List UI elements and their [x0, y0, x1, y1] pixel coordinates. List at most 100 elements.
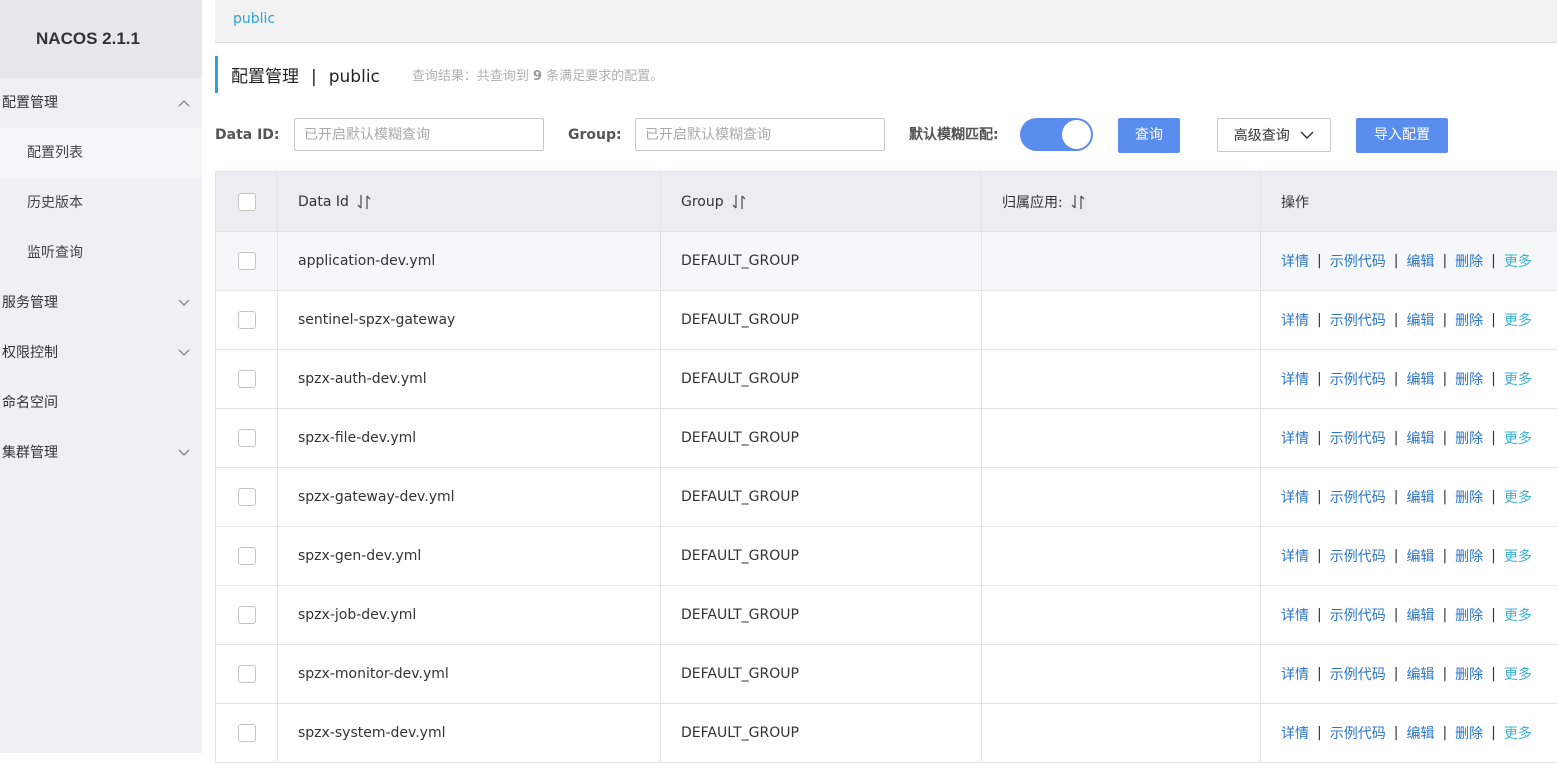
action-sample-code-link[interactable]: 示例代码: [1330, 428, 1386, 448]
row-select-cell: [216, 350, 278, 408]
data-id-value: application-dev.yml: [298, 253, 436, 269]
action-detail-link[interactable]: 详情: [1281, 251, 1309, 271]
row-checkbox[interactable]: [237, 724, 256, 742]
column-header-data-id[interactable]: Data Id: [278, 172, 661, 231]
action-more-link[interactable]: 更多: [1504, 428, 1532, 448]
sidebar-item-cluster-management[interactable]: 集群管理: [0, 428, 202, 478]
table-row: spzx-system-dev.yml DEFAULT_GROUP 详情 | 示例代…: [216, 704, 1557, 763]
group-value: DEFAULT_GROUP: [681, 253, 799, 269]
data-id-input[interactable]: [294, 118, 544, 151]
action-more-link[interactable]: 更多: [1504, 723, 1532, 743]
sort-icon[interactable]: [732, 194, 746, 210]
namespace-tab-public[interactable]: public: [233, 11, 275, 27]
group-value: DEFAULT_GROUP: [681, 371, 799, 387]
advanced-query-button[interactable]: 高级查询: [1217, 118, 1331, 152]
action-sample-code-link[interactable]: 示例代码: [1330, 605, 1386, 625]
action-edit-link[interactable]: 编辑: [1406, 487, 1434, 507]
data-id-value: spzx-file-dev.yml: [298, 430, 417, 446]
select-all-checkbox[interactable]: [237, 192, 256, 211]
column-header-group[interactable]: Group: [661, 172, 982, 231]
action-detail-link[interactable]: 详情: [1281, 723, 1309, 743]
action-sample-code-link[interactable]: 示例代码: [1330, 310, 1386, 330]
result-count: 9: [533, 69, 543, 84]
sidebar-item-listener-query[interactable]: 监听查询: [0, 228, 202, 278]
group-input[interactable]: [635, 118, 885, 151]
action-edit-link[interactable]: 编辑: [1406, 369, 1434, 389]
action-separator: |: [1317, 253, 1322, 269]
action-detail-link[interactable]: 详情: [1281, 487, 1309, 507]
action-sample-code-link[interactable]: 示例代码: [1330, 369, 1386, 389]
sidebar-item-config-management[interactable]: 配置管理: [0, 78, 202, 128]
action-detail-link[interactable]: 详情: [1281, 310, 1309, 330]
action-edit-link[interactable]: 编辑: [1406, 310, 1434, 330]
row-checkbox[interactable]: [237, 665, 256, 683]
action-separator: |: [1317, 725, 1322, 741]
sort-icon[interactable]: [357, 194, 371, 210]
chevron-down-icon: [178, 428, 190, 478]
query-button[interactable]: 查询: [1118, 118, 1180, 153]
action-delete-link[interactable]: 删除: [1455, 310, 1483, 330]
action-detail-link[interactable]: 详情: [1281, 664, 1309, 684]
action-edit-link[interactable]: 编辑: [1406, 428, 1434, 448]
action-more-link[interactable]: 更多: [1504, 546, 1532, 566]
action-more-link[interactable]: 更多: [1504, 664, 1532, 684]
row-checkbox[interactable]: [237, 547, 256, 565]
row-checkbox[interactable]: [237, 606, 256, 624]
action-more-link[interactable]: 更多: [1504, 487, 1532, 507]
action-sample-code-link[interactable]: 示例代码: [1330, 251, 1386, 271]
sidebar-item-label: 命名空间: [2, 395, 58, 411]
action-sample-code-link[interactable]: 示例代码: [1330, 546, 1386, 566]
row-select-cell: [216, 527, 278, 585]
action-detail-link[interactable]: 详情: [1281, 605, 1309, 625]
action-more-link[interactable]: 更多: [1504, 605, 1532, 625]
action-delete-link[interactable]: 删除: [1455, 723, 1483, 743]
action-sample-code-link[interactable]: 示例代码: [1330, 723, 1386, 743]
chevron-down-icon: [178, 328, 190, 378]
action-edit-link[interactable]: 编辑: [1406, 723, 1434, 743]
row-select-cell: [216, 704, 278, 762]
namespace-bar: public: [215, 0, 1557, 43]
sidebar-item-service-management[interactable]: 服务管理: [0, 278, 202, 328]
column-header-app[interactable]: 归属应用:: [982, 172, 1261, 231]
sidebar-item-access-control[interactable]: 权限控制: [0, 328, 202, 378]
row-select-cell: [216, 232, 278, 290]
table-row: application-dev.yml DEFAULT_GROUP 详情 | 示例代…: [216, 232, 1557, 291]
data-id-cell: spzx-system-dev.yml: [278, 704, 661, 762]
action-delete-link[interactable]: 删除: [1455, 605, 1483, 625]
sidebar: NACOS 2.1.1 配置管理 配置列表 历史版本 监听查询 服务管理 权限控…: [0, 0, 202, 753]
action-detail-link[interactable]: 详情: [1281, 369, 1309, 389]
action-edit-link[interactable]: 编辑: [1406, 251, 1434, 271]
sidebar-item-config-list[interactable]: 配置列表: [0, 128, 202, 178]
row-checkbox[interactable]: [237, 252, 256, 270]
action-sample-code-link[interactable]: 示例代码: [1330, 487, 1386, 507]
row-checkbox[interactable]: [237, 429, 256, 447]
action-edit-link[interactable]: 编辑: [1406, 605, 1434, 625]
row-checkbox[interactable]: [237, 370, 256, 388]
action-more-link[interactable]: 更多: [1504, 310, 1532, 330]
action-delete-link[interactable]: 删除: [1455, 664, 1483, 684]
group-cell: DEFAULT_GROUP: [661, 704, 982, 762]
action-sample-code-link[interactable]: 示例代码: [1330, 664, 1386, 684]
action-delete-link[interactable]: 删除: [1455, 369, 1483, 389]
action-edit-link[interactable]: 编辑: [1406, 546, 1434, 566]
sidebar-item-namespace[interactable]: 命名空间: [0, 378, 202, 428]
hint-prefix: 查询结果：共查询到: [411, 69, 529, 84]
fuzzy-match-toggle[interactable]: [1020, 118, 1093, 151]
row-checkbox[interactable]: [237, 488, 256, 506]
action-separator: |: [1393, 548, 1399, 564]
import-config-button[interactable]: 导入配置: [1356, 118, 1448, 153]
action-delete-link[interactable]: 删除: [1455, 428, 1483, 448]
action-more-link[interactable]: 更多: [1504, 251, 1532, 271]
action-delete-link[interactable]: 删除: [1455, 487, 1483, 507]
sort-icon[interactable]: [1071, 194, 1085, 210]
row-checkbox[interactable]: [237, 311, 256, 329]
action-delete-link[interactable]: 删除: [1455, 546, 1483, 566]
action-detail-link[interactable]: 详情: [1281, 546, 1309, 566]
action-more-link[interactable]: 更多: [1504, 369, 1532, 389]
action-delete-link[interactable]: 删除: [1455, 251, 1483, 271]
action-detail-link[interactable]: 详情: [1281, 428, 1309, 448]
table-row: sentinel-spzx-gateway DEFAULT_GROUP 详情 | 示…: [216, 291, 1557, 350]
sidebar-item-history-versions[interactable]: 历史版本: [0, 178, 202, 228]
action-edit-link[interactable]: 编辑: [1406, 664, 1434, 684]
sidebar-item-label: 历史版本: [27, 195, 83, 211]
